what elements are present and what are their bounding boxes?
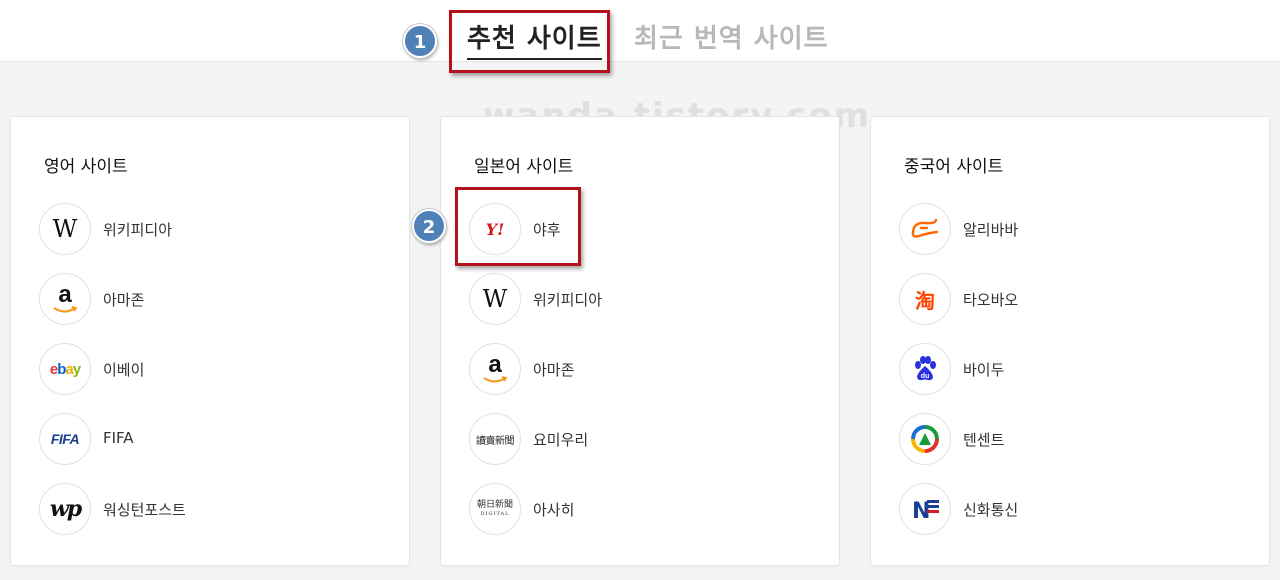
site-item-ebay[interactable]: ebay 이베이 — [39, 343, 339, 395]
site-label: 아사히 — [533, 501, 575, 519]
site-label: 요미우리 — [533, 431, 589, 449]
step-badge-1: 1 — [403, 24, 437, 58]
tab-recent-label: 최근 번역 사이트 — [634, 24, 829, 54]
site-label: 알리바바 — [963, 221, 1019, 239]
site-item-alibaba[interactable]: 알리바바 — [899, 203, 1199, 255]
site-item-baidu[interactable]: du 바이두 — [899, 343, 1199, 395]
site-label: 바이두 — [963, 361, 1005, 379]
site-item-amazon[interactable]: a 아마존 — [469, 343, 769, 395]
baidu-icon: du — [899, 343, 951, 395]
site-label: FIFA — [103, 429, 134, 447]
site-item-amazon[interactable]: a 아마존 — [39, 273, 339, 325]
wikipedia-icon: W — [469, 273, 521, 325]
washington-post-icon: wp — [39, 483, 91, 535]
site-item-taobao[interactable]: 淘 타오바오 — [899, 273, 1199, 325]
site-label: 워싱턴포스트 — [103, 501, 186, 519]
fifa-icon: FIFA — [39, 413, 91, 465]
wikipedia-icon: W — [39, 203, 91, 255]
site-label: 신화통신 — [963, 501, 1019, 519]
top-tab-bar: 추천 사이트 최근 번역 사이트 — [0, 0, 1280, 62]
taobao-icon: 淘 — [899, 273, 951, 325]
site-label: 위키피디아 — [533, 291, 603, 309]
site-item-xinhua[interactable]: N 신화통신 — [899, 483, 1199, 535]
tencent-icon — [899, 413, 951, 465]
site-item-wikipedia[interactable]: W 위키피디아 — [39, 203, 339, 255]
xinhua-icon: N — [899, 483, 951, 535]
site-label: 아마존 — [103, 291, 145, 309]
tab-recent-translated-sites[interactable]: 최근 번역 사이트 — [634, 18, 829, 55]
yomiuri-icon: 讀賣新聞 — [469, 413, 521, 465]
asahi-icon: 朝日新聞 DIGITAL — [469, 483, 521, 535]
card-title: 영어 사이트 — [44, 157, 128, 177]
card-japanese-sites: 일본어 사이트 Y! 야후 W 위키피디아 a 아마존 讀賣新聞 요미우리 朝日… — [440, 116, 840, 566]
card-title: 중국어 사이트 — [904, 157, 1004, 177]
site-label: 아마존 — [533, 361, 575, 379]
ebay-icon: ebay — [39, 343, 91, 395]
site-item-asahi[interactable]: 朝日新聞 DIGITAL 아사히 — [469, 483, 769, 535]
site-label: 이베이 — [103, 361, 145, 379]
card-chinese-sites: 중국어 사이트 알리바바 淘 타오바오 du 바이두 텐센트 N 신화통신 — [870, 116, 1270, 566]
card-title: 일본어 사이트 — [474, 157, 574, 177]
site-item-yomiuri[interactable]: 讀賣新聞 요미우리 — [469, 413, 769, 465]
amazon-icon: a — [469, 343, 521, 395]
site-label: 타오바오 — [963, 291, 1019, 309]
highlight-box-yahoo — [455, 187, 581, 266]
svg-text:du: du — [921, 373, 930, 380]
site-item-tencent[interactable]: 텐센트 — [899, 413, 1199, 465]
site-item-washington-post[interactable]: wp 워싱턴포스트 — [39, 483, 339, 535]
site-label: 텐센트 — [963, 431, 1005, 449]
site-label: 위키피디아 — [103, 221, 173, 239]
step-badge-2: 2 — [412, 209, 446, 243]
card-english-sites: 영어 사이트 W 위키피디아 a 아마존 ebay 이베이 FIFA FIFA … — [10, 116, 410, 566]
site-item-fifa[interactable]: FIFA FIFA — [39, 413, 339, 465]
amazon-icon: a — [39, 273, 91, 325]
site-item-wikipedia[interactable]: W 위키피디아 — [469, 273, 769, 325]
alibaba-icon — [899, 203, 951, 255]
highlight-box-recommended-tab — [449, 10, 610, 73]
